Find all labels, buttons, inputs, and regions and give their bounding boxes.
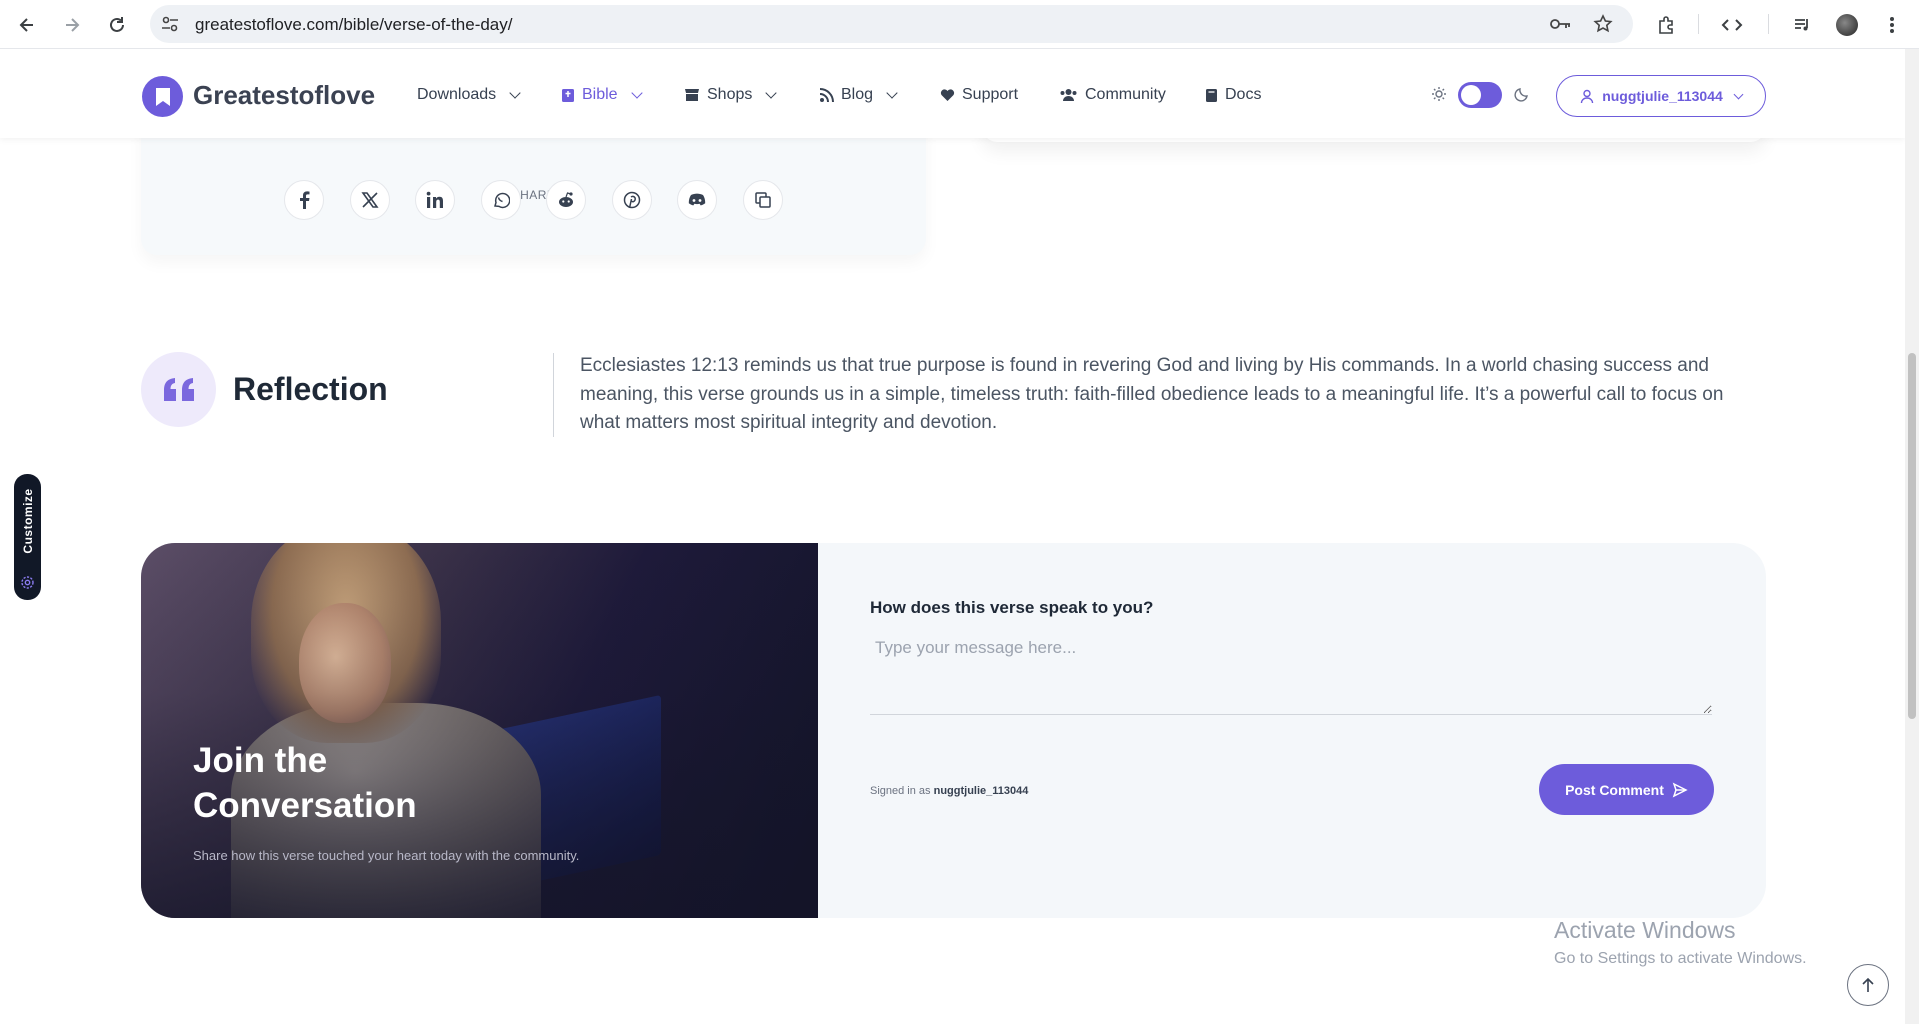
chevron-down-icon [765,87,778,99]
facebook-icon[interactable] [284,180,324,220]
book-icon [562,88,574,102]
post-comment-button[interactable]: Post Comment [1539,764,1714,815]
nav-blog-label: Blog [841,86,874,103]
profile-avatar[interactable] [1834,12,1860,38]
users-icon [1060,89,1077,101]
nav-docs[interactable]: Docs [1205,86,1261,104]
signed-in-prefix: Signed in as [870,785,931,797]
watermark-title: Activate Windows [1554,917,1736,943]
customize-tab[interactable]: Customize [14,474,41,600]
comment-section: Join the Conversation Share how this ver… [141,543,1766,918]
url-text[interactable]: greatestoflove.com/bible/verse-of-the-da… [195,15,513,35]
nav-support-label: Support [962,86,1019,103]
scrollbar-thumb[interactable] [1908,353,1916,719]
reload-icon[interactable] [104,12,130,38]
browser-toolbar: greatestoflove.com/bible/verse-of-the-da… [0,0,1919,49]
join-subtitle: Share how this verse touched your heart … [193,848,580,863]
arrow-up-icon [1862,977,1874,992]
site-info-icon[interactable] [160,15,180,33]
signed-in-note: Signed in as nuggtjulie_113044 [870,785,1028,797]
bookmark-star-icon[interactable] [1592,14,1614,33]
comment-question: How does this verse speak to you? [870,598,1154,617]
reflection-text: Ecclesiastes 12:13 reminds us that true … [580,355,1724,433]
pinterest-icon[interactable] [612,180,652,220]
discord-icon[interactable] [677,180,717,220]
nav-shops-label: Shops [707,86,753,103]
sun-icon [1431,86,1447,107]
theme-toggle-knob [1461,85,1481,105]
nav-docs-label: Docs [1225,86,1262,103]
nav-bible[interactable]: Bible [561,86,643,104]
address-bar[interactable]: greatestoflove.com/bible/verse-of-the-da… [150,5,1633,43]
chevron-down-icon [1733,89,1744,99]
nav-blog[interactable]: Blog [819,86,898,104]
reddit-icon[interactable] [546,180,586,220]
moon-icon [1514,86,1530,107]
site-navbar: Greatestoflove Downloads Bible Shops Blo… [0,49,1905,138]
send-icon [1672,782,1688,797]
gear-icon [20,575,35,590]
copy-icon[interactable] [743,180,783,220]
linkedin-icon[interactable] [415,180,455,220]
x-icon[interactable] [350,180,390,220]
browser-menu-icon[interactable] [1879,12,1905,38]
media-queue-icon[interactable] [1789,12,1815,38]
nav-community[interactable]: Community [1059,86,1166,104]
page-viewport: SHARE Greatestoflove Downloads Bible Sho… [0,49,1905,1024]
user-icon [1580,89,1594,103]
password-key-icon[interactable] [1550,15,1572,33]
nav-bible-label: Bible [582,86,618,103]
theme-toggle[interactable] [1458,82,1502,108]
customize-label: Customize [21,488,35,554]
quote-icon [141,352,216,427]
user-menu-label: nuggtjulie_113044 [1602,88,1723,104]
extensions-icon[interactable] [1653,12,1679,38]
nav-community-label: Community [1085,86,1166,103]
nav-downloads-label: Downloads [417,86,497,103]
comment-input[interactable] [870,633,1712,715]
activate-windows-watermark: Activate Windows Go to Settings to activ… [1554,917,1807,968]
toolbar-divider [1698,14,1699,34]
back-icon[interactable] [14,12,40,38]
store-icon [685,89,699,101]
chevron-down-icon [509,87,521,99]
book-icon [1206,88,1217,102]
reflection-title: Reflection [233,371,388,407]
nav-shops[interactable]: Shops [684,86,778,104]
scroll-to-top-button[interactable] [1847,964,1889,1006]
chevron-down-icon [886,87,898,99]
page-scrollbar[interactable] [1905,49,1919,1024]
rss-icon [819,87,834,102]
signed-in-user: nuggtjulie_113044 [933,785,1029,797]
whatsapp-icon[interactable] [481,180,521,220]
post-comment-label: Post Comment [1565,781,1664,798]
watermark-subtitle: Go to Settings to activate Windows. [1554,950,1807,967]
devtools-code-icon[interactable] [1719,12,1745,38]
heart-icon [940,89,955,101]
logo-bookmark-icon[interactable] [142,76,183,117]
nav-downloads[interactable]: Downloads [417,86,521,104]
share-buttons [284,180,784,220]
toolbar-divider [1768,14,1769,34]
brand-name[interactable]: Greatestoflove [193,80,375,111]
chevron-down-icon [630,87,643,99]
nav-support[interactable]: Support [940,86,1018,104]
forward-icon[interactable] [59,12,85,38]
join-title: Join the Conversation [193,741,417,825]
reflection-divider [553,353,554,437]
conversation-photo: Join the Conversation Share how this ver… [141,543,818,918]
user-menu-button[interactable]: nuggtjulie_113044 [1556,75,1766,117]
